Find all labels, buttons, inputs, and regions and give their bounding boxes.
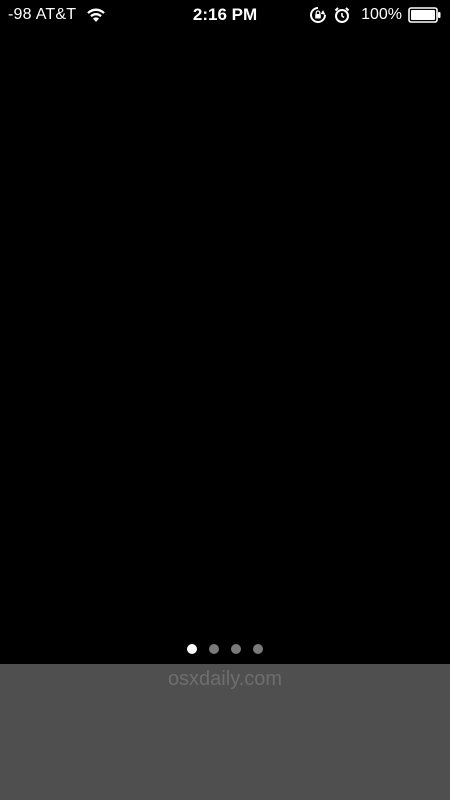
page-dot-3[interactable] — [231, 644, 241, 654]
rotation-lock-icon — [309, 6, 327, 24]
alarm-icon — [333, 6, 351, 24]
status-bar: -98 AT&T 2:16 PM 100% — [0, 0, 450, 30]
page-dot-2[interactable] — [209, 644, 219, 654]
status-bar-right: 100% — [309, 5, 442, 25]
page-dot-4[interactable] — [253, 644, 263, 654]
home-screen: -98 AT&T 2:16 PM 100% osxdaily.com — [0, 0, 450, 800]
battery-percent: 100% — [361, 6, 402, 23]
watermark-text: osxdaily.com — [167, 668, 283, 690]
page-indicator[interactable] — [0, 643, 450, 655]
page-dot-1[interactable] — [187, 644, 197, 654]
battery-icon — [408, 7, 442, 23]
